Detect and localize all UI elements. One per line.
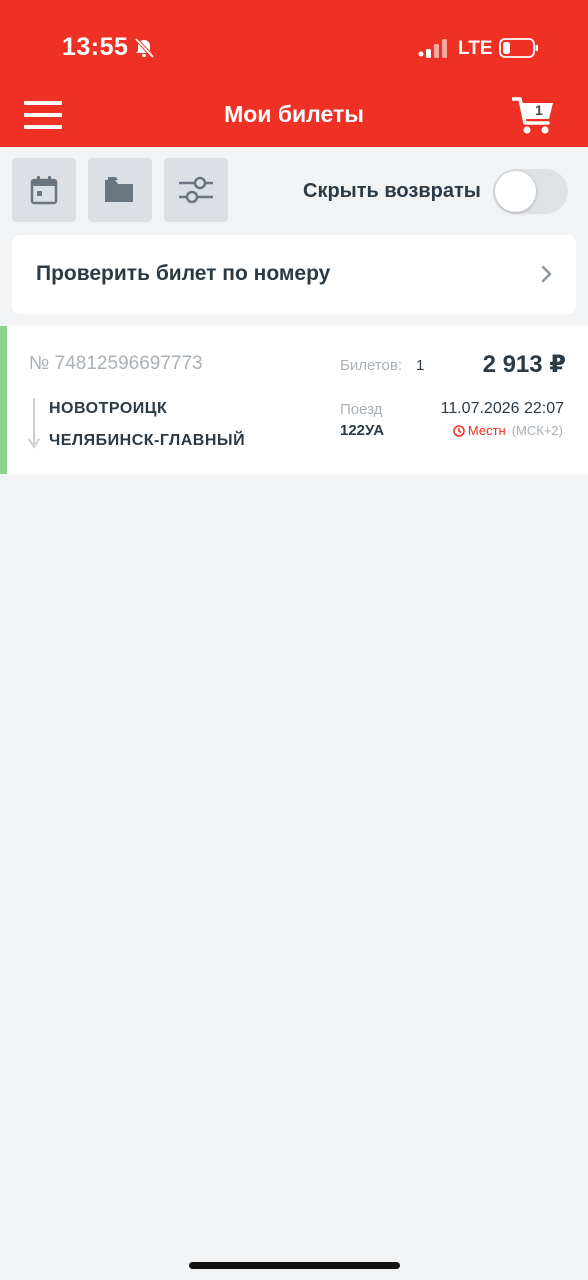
network-label: LTE bbox=[458, 38, 493, 59]
sliders-icon bbox=[179, 176, 213, 204]
cart-button[interactable]: 1 bbox=[511, 96, 554, 136]
folder-icon bbox=[105, 177, 133, 202]
status-time: 13:55 bbox=[62, 33, 129, 61]
ticket-card[interactable]: № 74812596697773 Билетов: 1 2 913 ₽ НОВО… bbox=[0, 326, 588, 474]
check-ticket-label: Проверить билет по номеру bbox=[36, 262, 331, 285]
battery-icon bbox=[499, 38, 538, 58]
tickets-count-label: Билетов: bbox=[340, 357, 402, 374]
bell-muted-icon bbox=[134, 37, 155, 59]
tickets-count-value: 1 bbox=[416, 357, 425, 374]
top-bar: 13:55 LTE Мои билеты 1 bbox=[0, 0, 588, 147]
page-title: Мои билеты bbox=[224, 101, 364, 127]
cart-count-badge: 1 bbox=[535, 102, 543, 118]
departure-station: НОВОТРОИЦК bbox=[49, 400, 168, 417]
cart-icon bbox=[511, 97, 553, 134]
calendar-icon bbox=[30, 176, 58, 205]
folder-filter-button[interactable] bbox=[88, 158, 152, 222]
route-arrow-icon bbox=[28, 398, 40, 449]
ticket-number: № 74812596697773 bbox=[29, 353, 203, 374]
arrival-station: ЧЕЛЯБИНСК-ГЛАВНЫЙ bbox=[49, 432, 246, 449]
clock-icon bbox=[453, 424, 465, 437]
local-time-label: Местн bbox=[467, 423, 506, 438]
chevron-right-icon bbox=[541, 265, 552, 283]
hide-returns-label: Скрыть возвраты bbox=[303, 180, 481, 202]
timezone-info: Местн (МСК+2) bbox=[453, 423, 563, 438]
ticket-price: 2 913 ₽ bbox=[482, 351, 566, 378]
ticket-status-stripe bbox=[0, 326, 7, 474]
timezone-offset: (МСК+2) bbox=[511, 423, 563, 438]
calendar-filter-button[interactable] bbox=[12, 158, 76, 222]
departure-datetime: 11.07.2026 22:07 bbox=[440, 400, 564, 417]
sort-filter-button[interactable] bbox=[164, 158, 228, 222]
check-ticket-by-number[interactable]: Проверить билет по номеру bbox=[12, 235, 576, 314]
home-indicator[interactable] bbox=[189, 1262, 400, 1269]
train-number: 122УА bbox=[340, 422, 385, 439]
train-label: Поезд bbox=[340, 401, 383, 418]
hide-returns-toggle[interactable] bbox=[493, 169, 568, 214]
signal-icon bbox=[418, 39, 447, 58]
toggle-knob bbox=[495, 171, 536, 212]
